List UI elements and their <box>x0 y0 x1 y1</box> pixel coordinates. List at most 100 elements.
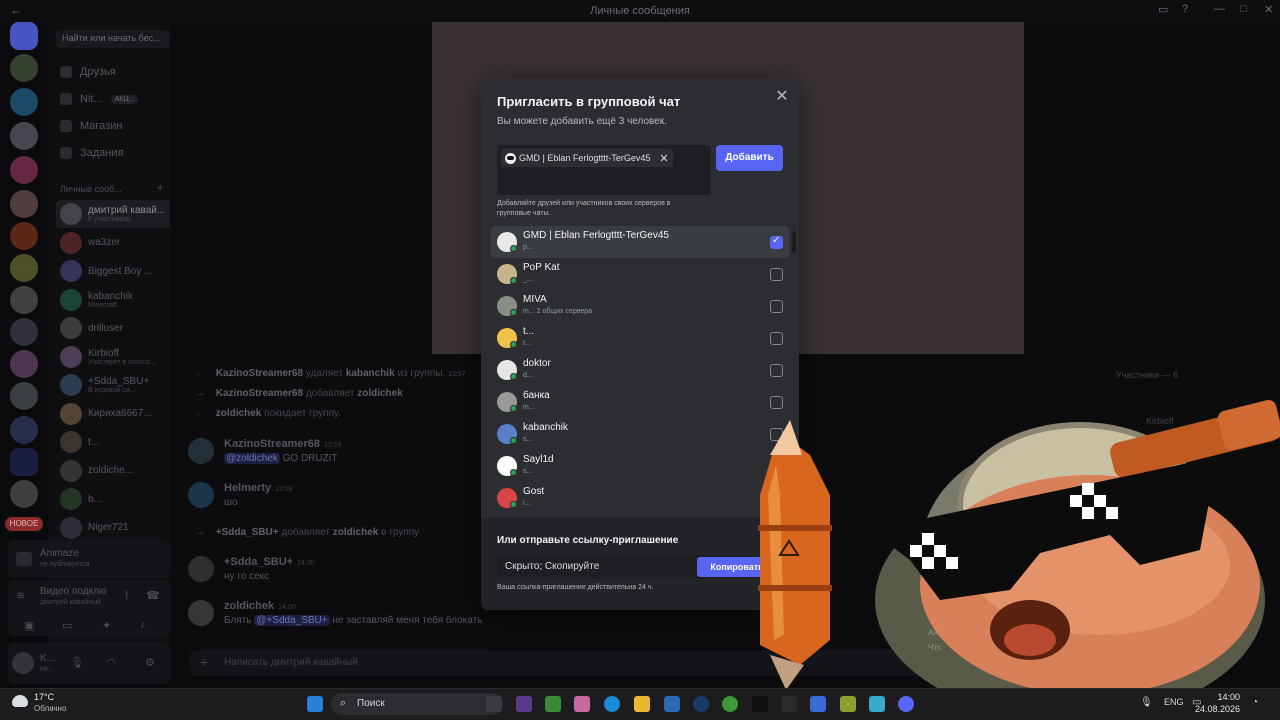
server-icon[interactable] <box>10 350 38 378</box>
discord-icon[interactable] <box>898 696 914 712</box>
friend-row[interactable]: банка m... <box>491 386 789 418</box>
mic-tray-icon[interactable]: 🎙 <box>1140 697 1153 708</box>
server-icon[interactable] <box>10 190 38 218</box>
server-icon[interactable] <box>10 122 38 150</box>
scrollbar-thumb[interactable] <box>792 231 796 253</box>
soundboard-icon[interactable]: ♪ <box>140 619 146 631</box>
invite-search-input[interactable]: GMD | Eblan Ferlogtttt-TerGev45 ✕ <box>497 145 711 195</box>
server-icon[interactable] <box>10 382 38 410</box>
copy-button[interactable]: Копировать <box>697 557 777 577</box>
notification-bell-icon[interactable]: ◔ <box>1252 697 1258 708</box>
remove-chip-icon[interactable]: ✕ <box>659 152 668 165</box>
dm-item[interactable]: Кириха6667... <box>56 400 170 428</box>
message-composer[interactable]: + Написать дмитрий кавайный <box>190 650 990 676</box>
disconnect-icon[interactable]: ☎ <box>146 589 160 602</box>
discord-home-icon[interactable] <box>10 22 38 50</box>
checkbox[interactable] <box>770 300 783 313</box>
nav-quests[interactable]: Задания <box>60 147 123 159</box>
camera-icon[interactable]: ▣ <box>24 619 34 632</box>
dm-item[interactable]: zoldiche... <box>56 457 170 485</box>
weather-temp[interactable]: 17°C <box>34 692 54 702</box>
app-icon[interactable] <box>840 696 856 712</box>
friend-row[interactable]: MIVA m... 2 общих сервера <box>491 290 789 322</box>
friend-row[interactable]: Sayl1d s... <box>491 450 789 482</box>
clock[interactable]: 14:00 <box>1198 692 1240 702</box>
language-indicator[interactable]: ENG <box>1164 697 1184 707</box>
checkbox[interactable] <box>770 332 783 345</box>
explorer-icon[interactable] <box>634 696 650 712</box>
app-icon[interactable] <box>664 696 680 712</box>
avatar[interactable] <box>188 556 214 582</box>
friend-row[interactable]: kabanchik s... <box>491 418 789 450</box>
checked-checkbox[interactable] <box>770 235 783 249</box>
date[interactable]: 24.08.2026 <box>1190 704 1240 714</box>
task-view-icon[interactable] <box>486 696 502 712</box>
edge-icon[interactable] <box>604 696 620 712</box>
inbox-icon[interactable]: ▭ <box>1158 3 1168 16</box>
dm-item[interactable]: wa3zer <box>56 229 170 257</box>
server-icon[interactable] <box>10 254 38 282</box>
dm-item[interactable]: дмитрий кавай... 6 участников <box>56 200 170 228</box>
noise-icon[interactable]: ⌇ <box>124 589 129 602</box>
add-button[interactable]: Добавить <box>716 145 783 171</box>
app-icon[interactable] <box>574 696 590 712</box>
dm-item[interactable]: Niger721 <box>56 514 170 542</box>
minimize-button[interactable]: — <box>1214 3 1225 15</box>
dm-item[interactable]: Biggest Boy ... <box>56 257 170 285</box>
taskbar-search[interactable]: ⌕ Поиск <box>331 693 503 715</box>
screen-share-icon[interactable]: ▭ <box>62 619 72 632</box>
steam-icon[interactable] <box>693 696 709 712</box>
checkbox[interactable] <box>770 364 783 377</box>
server-icon[interactable] <box>10 318 38 346</box>
app-icon[interactable] <box>752 696 768 712</box>
server-icon[interactable] <box>10 156 38 184</box>
friend-row[interactable]: doktor d... <box>491 354 789 386</box>
nav-shop[interactable]: Магазин <box>60 120 122 132</box>
member-name[interactable]: Kirbioff <box>1146 416 1174 426</box>
message-author[interactable]: Helmerty 13:59 <box>224 482 293 494</box>
add-dm-icon[interactable]: + <box>157 182 163 194</box>
dm-item[interactable]: drilluser <box>56 314 170 342</box>
friend-row[interactable]: t... t... <box>491 322 789 354</box>
avatar[interactable] <box>188 600 214 626</box>
checkbox[interactable] <box>770 460 783 473</box>
maximize-button[interactable]: □ <box>1240 3 1247 15</box>
close-icon[interactable]: ✕ <box>773 88 791 106</box>
server-icon[interactable] <box>10 88 38 116</box>
dm-item[interactable]: b... <box>56 485 170 513</box>
activities-icon[interactable]: ✦ <box>102 619 111 632</box>
nav-friends[interactable]: Друзья <box>60 66 116 78</box>
terminal-icon[interactable] <box>781 696 797 712</box>
server-icon[interactable] <box>10 286 38 314</box>
app-icon[interactable] <box>545 696 561 712</box>
settings-gear-icon[interactable]: ⚙ <box>145 656 155 669</box>
help-icon[interactable]: ? <box>1182 3 1188 15</box>
friend-row[interactable]: PoP Kat _... <box>491 258 789 290</box>
dm-item[interactable]: kabanchik Minecraft <box>56 286 170 314</box>
app-icon[interactable] <box>810 696 826 712</box>
dm-item[interactable]: Kirbioff Участвует в голосо... <box>56 343 170 371</box>
avatar[interactable] <box>12 652 34 674</box>
checkbox[interactable] <box>770 268 783 281</box>
selected-user-chip[interactable]: GMD | Eblan Ferlogtttt-TerGev45 ✕ <box>501 149 673 167</box>
search-input[interactable]: Найти или начать бес... <box>56 30 170 48</box>
friend-row[interactable]: GMD | Eblan Ferlogtttt-TerGev45 p... <box>491 226 789 258</box>
avatar[interactable] <box>188 438 214 464</box>
dm-item[interactable]: t... <box>56 428 170 456</box>
checkbox[interactable] <box>770 396 783 409</box>
nav-nitro[interactable]: Nit... АКЦ... <box>60 93 139 105</box>
server-icon[interactable] <box>10 222 38 250</box>
app-icon[interactable] <box>722 696 738 712</box>
app-icon[interactable] <box>516 696 532 712</box>
app-icon[interactable] <box>869 696 885 712</box>
dm-item[interactable]: +Sdda_SBU+ В игровой си... <box>56 371 170 399</box>
checkbox[interactable] <box>770 492 783 505</box>
mic-icon[interactable]: 🎙 <box>70 656 84 669</box>
message-author[interactable]: KazinoStreamer68 13:59 <box>224 438 342 450</box>
server-icon[interactable] <box>10 54 38 82</box>
friend-row[interactable]: Gost i... <box>491 482 789 514</box>
server-icon[interactable] <box>10 416 38 444</box>
close-window-button[interactable]: ✕ <box>1264 3 1273 16</box>
message-author[interactable]: +Sdda_SBU+ 14:00 <box>224 556 315 568</box>
avatar[interactable] <box>188 482 214 508</box>
